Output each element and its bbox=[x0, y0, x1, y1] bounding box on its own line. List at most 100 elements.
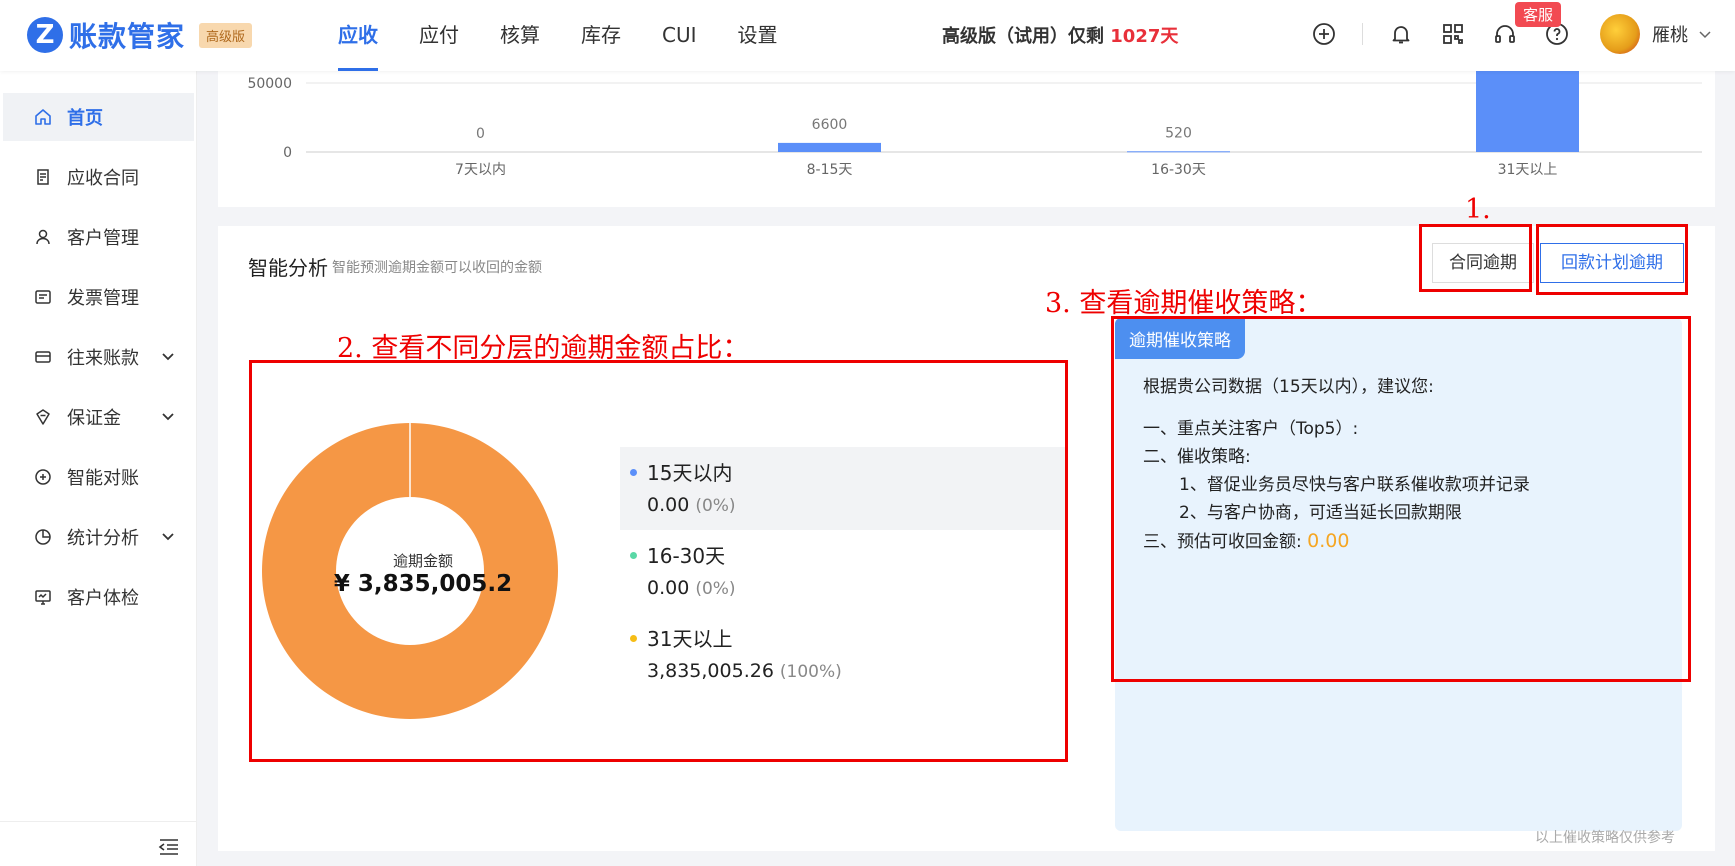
bell-icon[interactable] bbox=[1387, 20, 1415, 48]
tab-payment-plan-overdue[interactable]: 回款计划逾期 bbox=[1540, 243, 1684, 283]
stats-icon bbox=[33, 527, 53, 547]
strategy-line: 二、催收策略: bbox=[1143, 447, 1251, 467]
legend-name: 31天以上 bbox=[647, 627, 733, 651]
annotation-step3: 3. 查看逾期催收策略： bbox=[1045, 288, 1323, 319]
bar-data-label: 0 bbox=[476, 126, 485, 142]
chevron-down-icon[interactable] bbox=[161, 530, 175, 544]
sidebar-item-accounts[interactable]: 往来账款 bbox=[3, 333, 194, 381]
sidebar-item-label: 发票管理 bbox=[67, 288, 139, 309]
username[interactable]: 雁桃 bbox=[1652, 21, 1688, 47]
trial-notice: 高级版（试用）仅剩 1027天 bbox=[942, 22, 1178, 48]
sidebar-item-stats[interactable]: 统计分析 bbox=[3, 513, 194, 561]
contract-icon bbox=[33, 167, 53, 187]
overdue-bar-chart-card: 50000 0 7天以内 0 8-15天 6600 16-30天 520 31天以上 bbox=[218, 71, 1715, 207]
account-icon bbox=[33, 347, 53, 367]
strategy-estimate-label: 三、预估可收回金额: bbox=[1143, 532, 1308, 552]
bar[interactable] bbox=[778, 142, 881, 152]
collection-strategy-panel: 逾期催收策略 根据贵公司数据（15天以内），建议您: 一、重点关注客户（Top5… bbox=[1115, 318, 1682, 831]
chevron-down-icon[interactable] bbox=[161, 410, 175, 424]
donut-center-value: ¥ 3,835,005.2 bbox=[333, 571, 513, 597]
avatar[interactable] bbox=[1600, 14, 1640, 54]
analysis-title: 智能分析 bbox=[248, 256, 328, 280]
chevron-down-icon[interactable] bbox=[1698, 27, 1712, 41]
user-menu[interactable]: 雁桃 bbox=[1600, 14, 1712, 54]
sidebar-item-deposit[interactable]: 保证金 bbox=[3, 393, 194, 441]
sidebar-item-checkup[interactable]: 客户体检 bbox=[3, 573, 194, 621]
app-logo[interactable]: Z 账款管家 高级版 bbox=[27, 15, 253, 55]
legend-value: 3,835,005.26 (100%) bbox=[647, 660, 1068, 682]
legend-percent: (0%) bbox=[695, 579, 736, 599]
strategy-line: 一、重点关注客户（Top5）: bbox=[1143, 419, 1359, 439]
strategy-body: 根据贵公司数据（15天以内），建议您: 一、重点关注客户（Top5）: 二、催收… bbox=[1143, 373, 1530, 556]
sidebar-item-label: 统计分析 bbox=[67, 528, 139, 549]
customer-icon bbox=[33, 227, 53, 247]
tab-contract-overdue[interactable]: 合同逾期 bbox=[1432, 243, 1534, 283]
edition-badge: 高级版 bbox=[199, 22, 253, 48]
legend-amount: 0.00 bbox=[647, 577, 690, 599]
add-icon[interactable] bbox=[1310, 20, 1338, 48]
app-name: 账款管家 bbox=[69, 20, 186, 53]
kefu-badge[interactable]: 客服 bbox=[1515, 2, 1562, 27]
legend-item[interactable]: 31天以上 3,835,005.26 (100%) bbox=[620, 613, 1068, 696]
legend-amount: 0.00 bbox=[647, 494, 690, 516]
checkup-icon bbox=[33, 587, 53, 607]
top-navbar: Z 账款管家 高级版 应收 应付 核算 库存 CUI 设置 高级版（试用）仅剩 … bbox=[0, 0, 1735, 71]
bar-data-label: 6600 bbox=[812, 117, 848, 133]
legend-value: 0.00 (0%) bbox=[647, 577, 1068, 599]
strategy-subline: 2、与客户协商，可适当延长回款期限 bbox=[1179, 503, 1462, 523]
bar-data-label: 520 bbox=[1165, 125, 1192, 141]
legend-item[interactable]: 16-30天 0.00 (0%) bbox=[620, 530, 1068, 613]
legend-dot bbox=[630, 552, 637, 559]
trial-days: 1027天 bbox=[1110, 26, 1179, 47]
y-tick-label: 50000 bbox=[247, 76, 292, 92]
home-icon bbox=[33, 107, 53, 127]
sidebar-item-label: 客户管理 bbox=[67, 228, 139, 249]
reconcile-icon bbox=[33, 467, 53, 487]
donut-center-label: 逾期金额 bbox=[392, 552, 453, 570]
legend-percent: (0%) bbox=[695, 496, 736, 516]
sidebar-item-home[interactable]: 首页 bbox=[3, 93, 194, 141]
sidebar-item-reconcile[interactable]: 智能对账 bbox=[3, 453, 194, 501]
strategy-estimate-amount: 0.00 bbox=[1307, 530, 1350, 552]
sidebar-divider bbox=[0, 821, 197, 822]
sidebar-item-invoice[interactable]: 发票管理 bbox=[3, 273, 194, 321]
sidebar-item-label: 应收合同 bbox=[67, 168, 139, 189]
sidebar-item-label: 保证金 bbox=[67, 408, 121, 429]
smart-analysis-card: 智能分析 智能预测逾期金额可以收回的金额 合同逾期 回款计划逾期 逾期金额 ¥ … bbox=[218, 226, 1715, 851]
collapse-sidebar-icon[interactable] bbox=[158, 837, 180, 857]
nav-item-inventory[interactable]: 库存 bbox=[581, 0, 621, 71]
annotation-step1: 1. bbox=[1465, 194, 1491, 225]
sidebar-item-contract[interactable]: 应收合同 bbox=[3, 153, 194, 201]
bar[interactable] bbox=[1127, 151, 1230, 153]
deposit-icon bbox=[33, 407, 53, 427]
nav-item-cui[interactable]: CUI bbox=[662, 0, 697, 71]
annotation-step2: 2. 查看不同分层的逾期金额占比： bbox=[337, 333, 750, 364]
strategy-footnote: 以上催收策略仅供参考 bbox=[1535, 830, 1675, 846]
legend-item[interactable]: 15天以内 0.00 (0%) bbox=[620, 447, 1068, 530]
apps-icon[interactable] bbox=[1439, 20, 1467, 48]
chevron-down-icon[interactable] bbox=[161, 350, 175, 364]
bar[interactable] bbox=[1476, 71, 1579, 152]
trial-prefix: 高级版（试用）仅剩 bbox=[942, 26, 1111, 47]
strategy-intro: 根据贵公司数据（15天以内），建议您: bbox=[1143, 377, 1434, 397]
invoice-icon bbox=[33, 287, 53, 307]
sidebar: 首页 应收合同 客户管理 发票管理 往来账款 保证金 智能对账 统计分析 客户体… bbox=[0, 71, 197, 866]
analysis-subtitle: 智能预测逾期金额可以收回的金额 bbox=[332, 260, 542, 276]
nav-item-settings[interactable]: 设置 bbox=[738, 0, 778, 71]
sidebar-item-label: 智能对账 bbox=[67, 468, 139, 489]
legend-value: 0.00 (0%) bbox=[647, 494, 1068, 516]
strategy-line: 三、预估可收回金额: 0.00 bbox=[1143, 527, 1530, 556]
sidebar-item-label: 客户体检 bbox=[67, 588, 139, 609]
nav-item-payable[interactable]: 应付 bbox=[419, 0, 459, 71]
legend-dot bbox=[630, 635, 637, 642]
nav-item-receivable[interactable]: 应收 bbox=[338, 0, 378, 71]
strategy-subline: 1、督促业务员尽快与客户联系催收款项并记录 bbox=[1179, 475, 1530, 495]
x-tick-label: 31天以上 bbox=[1498, 162, 1558, 178]
nav-item-accounting[interactable]: 核算 bbox=[500, 0, 540, 71]
sidebar-item-label: 首页 bbox=[67, 108, 103, 129]
sidebar-item-customer[interactable]: 客户管理 bbox=[3, 213, 194, 261]
legend-percent: (100%) bbox=[779, 662, 842, 682]
legend-name: 16-30天 bbox=[647, 544, 726, 568]
overdue-bar-chart: 50000 0 7天以内 0 8-15天 6600 16-30天 520 31天以上 bbox=[247, 71, 1702, 178]
logo-mark: Z bbox=[27, 17, 63, 53]
